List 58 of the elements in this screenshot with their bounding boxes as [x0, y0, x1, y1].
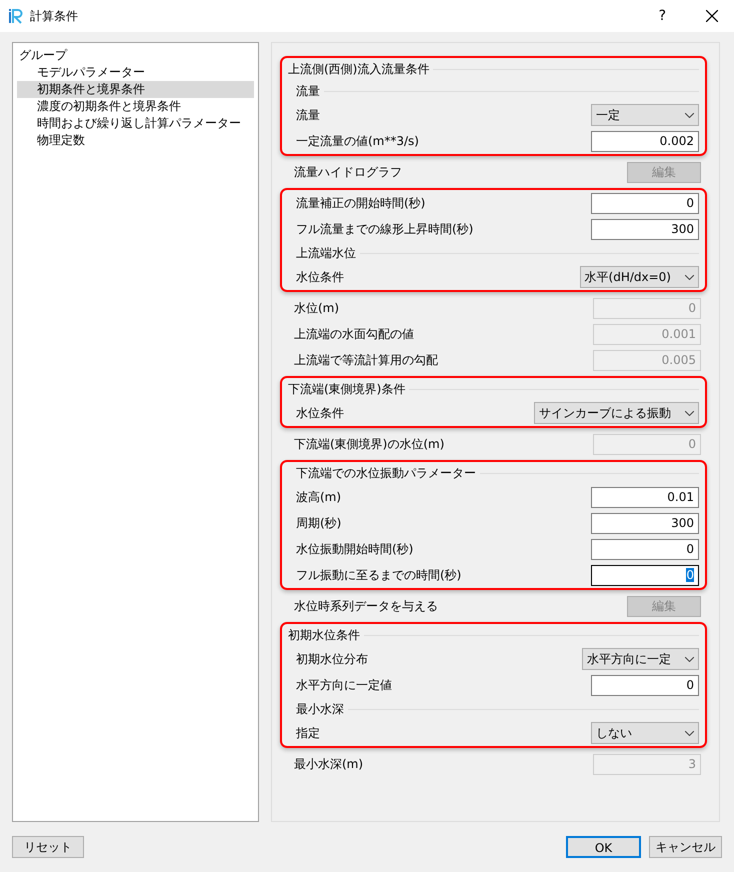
field-label: 最小水深(m) [294, 756, 364, 773]
field-label: 水位条件 [296, 269, 345, 286]
input-field[interactable]: 0 [591, 192, 699, 214]
group-title: 上流端水位 [296, 245, 356, 262]
field-label: 波高(m) [296, 489, 342, 506]
dropdown[interactable]: しない [591, 722, 699, 744]
chevron-icon [685, 274, 694, 280]
tree-item[interactable]: 物理定数 [17, 132, 254, 149]
dropdown[interactable]: サインカーブによる振動 [534, 402, 699, 424]
field-label: 周期(秒) [296, 515, 342, 532]
app-logo-icon [8, 8, 24, 24]
ok-button[interactable]: OK [566, 836, 641, 858]
help-button[interactable]: ? [658, 6, 666, 26]
tree-item[interactable]: 初期条件と境界条件 [17, 81, 254, 98]
field-label: 水位時系列データを与える [294, 598, 439, 615]
field-label: 流量ハイドログラフ [294, 164, 403, 181]
field-label: 水位(m) [294, 300, 340, 317]
field-label: 流量 [296, 107, 321, 124]
field-label: 初期水位分布 [296, 651, 369, 668]
tree-item[interactable]: 時間および繰り返し計算パラメーター [17, 115, 254, 132]
window-title: 計算条件 [30, 8, 78, 25]
input-field[interactable]: 0.01 [591, 486, 699, 508]
field-label: 下流端(東側境界)の水位(m) [294, 436, 446, 453]
tree-header: グループ [18, 47, 68, 64]
input-field[interactable]: 0.002 [591, 130, 699, 152]
chevron-icon [685, 730, 694, 736]
group-title: 下流端(東側境界)条件 [288, 381, 406, 398]
field-label: 上流端の水面勾配の値 [294, 326, 415, 343]
tree-item[interactable]: モデルパラメーター [17, 64, 254, 81]
dropdown[interactable]: 水平(dH/dx=0) [580, 266, 699, 288]
tree-item[interactable]: 濃度の初期条件と境界条件 [17, 98, 254, 115]
group-title: 最小水深 [296, 701, 344, 718]
chevron-icon [685, 112, 694, 118]
input-field[interactable]: 0 [591, 674, 699, 696]
group-title: 下流端での水位振動パラメーター [296, 465, 476, 482]
cancel-button[interactable]: キャンセル [649, 836, 722, 858]
close-icon[interactable] [706, 10, 718, 22]
dropdown[interactable]: 水平方向に一定 [582, 648, 699, 670]
field-label: 流量補正の開始時間(秒) [296, 195, 426, 212]
chevron-icon [685, 410, 694, 416]
field-label: 一定流量の値(m**3/s) [296, 133, 420, 150]
input-field[interactable]: 0 [591, 538, 699, 560]
field-label: 水平方向に一定値 [296, 677, 393, 694]
field-label: 水位振動開始時間(秒) [296, 541, 414, 558]
dropdown[interactable]: 一定 [591, 104, 699, 126]
field-label: フル振動に至るまでの時間(秒) [296, 567, 462, 584]
group-title: 上流側(西側)流入流量条件 [288, 61, 430, 78]
group-title: 流量 [296, 83, 320, 100]
field-label: 指定 [296, 725, 321, 742]
chevron-icon [685, 656, 694, 662]
input-field[interactable]: 0 [591, 564, 699, 586]
field-label: フル流量までの線形上昇時間(秒) [296, 221, 474, 238]
group-title: 初期水位条件 [288, 627, 360, 644]
input-field[interactable]: 300 [591, 218, 699, 240]
input-field[interactable]: 300 [591, 512, 699, 534]
field-label: 水位条件 [296, 405, 345, 422]
reset-button[interactable]: リセット [12, 836, 84, 858]
field-label: 上流端で等流計算用の勾配 [294, 352, 439, 369]
